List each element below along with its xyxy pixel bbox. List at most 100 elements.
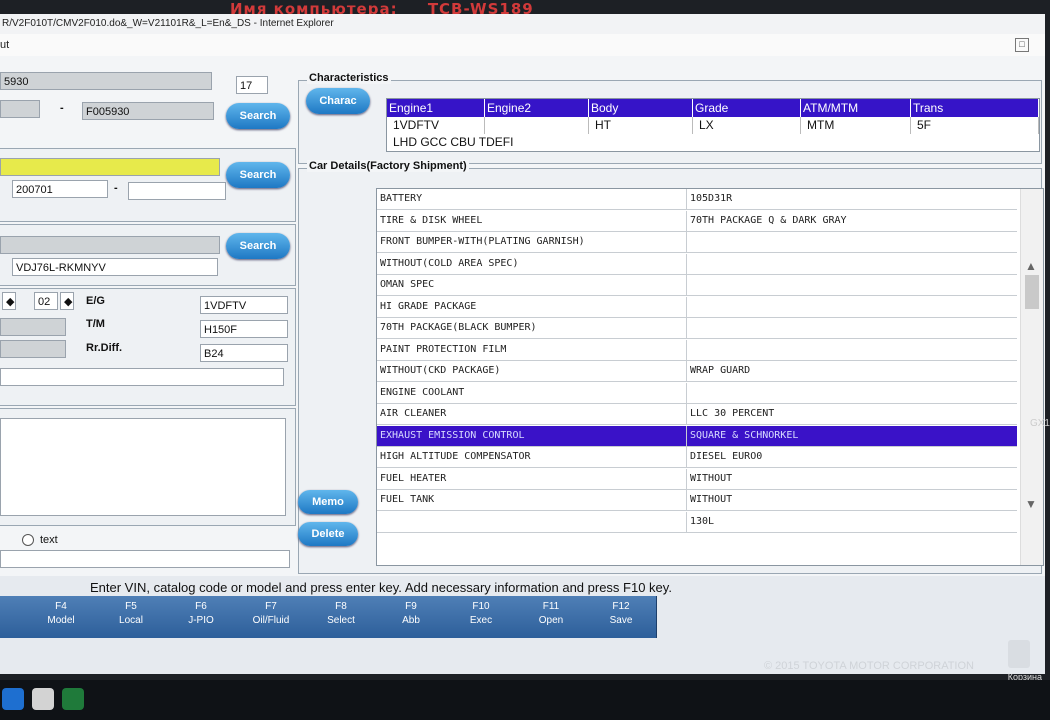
char-header-grade: Grade xyxy=(693,99,801,117)
char-header-atm: ATM/MTM xyxy=(801,99,911,117)
catalog-code-field[interactable] xyxy=(0,158,220,176)
detail-row[interactable]: PAINT PROTECTION FILM xyxy=(377,339,1017,361)
excel-icon[interactable] xyxy=(62,688,84,710)
browser-window: R/V2F010T/CMV2F010.do&_W=V21101R&_L=En&_… xyxy=(0,14,1045,674)
detail-value-cell xyxy=(687,340,1017,360)
charac-button[interactable]: Charac xyxy=(306,88,370,114)
desktop-side-label: GX1 xyxy=(1029,418,1050,429)
detail-row[interactable]: BATTERY 105D31R xyxy=(377,189,1017,210)
stepper-left-icon[interactable]: ◆ xyxy=(2,292,16,310)
detail-row[interactable]: 130L xyxy=(377,511,1017,533)
scroll-thumb[interactable] xyxy=(1025,275,1039,309)
memo-button[interactable]: Memo xyxy=(298,490,358,514)
ie-icon[interactable] xyxy=(2,688,24,710)
tm-gray-field[interactable] xyxy=(0,318,66,336)
car-details-grid: BATTERY 105D31R TIRE & DISK WHEEL 70TH PACK… xyxy=(376,188,1044,566)
char-value-atm: MTM xyxy=(801,117,911,134)
detail-row[interactable]: ENGINE COOLANT xyxy=(377,382,1017,404)
bottom-field[interactable] xyxy=(0,550,290,568)
detail-name-cell: AIR CLEANER xyxy=(377,404,687,424)
detail-row[interactable]: HIGH ALTITUDE COMPENSATOR DIESEL EURO0 xyxy=(377,447,1017,468)
char-value-engine2 xyxy=(485,117,589,134)
taskbar xyxy=(0,680,1050,720)
rrdiff-field[interactable]: B24 xyxy=(200,344,288,362)
detail-name-cell: OMAN SPEC xyxy=(377,275,687,295)
detail-row[interactable]: WITHOUT(CKD PACKAGE) WRAP GUARD xyxy=(377,361,1017,382)
fkey-f9[interactable]: F9 Abb xyxy=(376,596,447,638)
detail-row[interactable]: AIR CLEANER LLC 30 PERCENT xyxy=(377,404,1017,425)
detail-name-cell: HIGH ALTITUDE COMPENSATOR xyxy=(377,447,687,467)
search-button-2[interactable]: Search xyxy=(226,162,290,188)
dash-label: - xyxy=(60,102,64,114)
scroll-up-icon[interactable]: ▲ xyxy=(1025,259,1037,273)
detail-value-cell: WITHOUT xyxy=(690,494,733,505)
text-radio-label: text xyxy=(40,534,58,546)
menu-bar: ut □ xyxy=(0,34,1045,56)
char-value-grade: LX xyxy=(693,117,801,134)
frame-prefix-field[interactable] xyxy=(0,100,40,118)
detail-row[interactable]: TIRE & DISK WHEEL 70TH PACKAGE Q & DARK G… xyxy=(377,210,1017,232)
date-to-field[interactable] xyxy=(128,182,226,200)
date-dash-label: - xyxy=(114,182,118,194)
menu-item[interactable]: ut xyxy=(0,39,9,51)
detail-row[interactable]: FUEL TANK WITHOUT xyxy=(377,490,1017,511)
detail-row[interactable]: FUEL HEATER WITHOUT xyxy=(377,468,1017,490)
main-content: 5930 17 - F005930 Search 200701 - Search… xyxy=(0,56,1045,576)
search-button-1[interactable]: Search xyxy=(226,103,290,129)
frame-number-field[interactable]: F005930 xyxy=(82,102,214,120)
eg-label: E/G xyxy=(86,295,105,307)
detail-name-cell: WITHOUT(COLD AREA SPEC) xyxy=(377,253,687,274)
model-gray-field[interactable] xyxy=(0,236,220,254)
detail-value-cell: 105D31R xyxy=(690,193,733,204)
detail-value-cell: WRAP GUARD xyxy=(690,365,751,376)
model-code-field[interactable]: VDJ76L-RKMNYV xyxy=(12,258,218,276)
fkey-ac[interactable]: ac xyxy=(0,596,27,638)
count-field[interactable]: 17 xyxy=(236,76,268,94)
char-header-engine2: Engine2 xyxy=(485,99,589,117)
fkey-f10[interactable]: F10 Exec xyxy=(446,596,517,638)
fkey-f11[interactable]: F11 Open xyxy=(516,596,587,638)
detail-row[interactable]: WITHOUT(COLD AREA SPEC) xyxy=(377,253,1017,275)
details-scrollbar[interactable]: ▲ ▼ xyxy=(1020,189,1043,565)
function-key-bar: ac F4Model F5Local F6J-PIO F7Oil/Fluid F… xyxy=(0,596,680,641)
fkey-f5[interactable]: F5 Local xyxy=(96,596,167,638)
fkey-f12[interactable]: F12 Save xyxy=(586,596,657,638)
scroll-down-icon[interactable]: ▼ xyxy=(1025,497,1037,511)
fkey-f7[interactable]: F7 Oil/Fluid xyxy=(236,596,307,638)
fkey-f8[interactable]: F8 Select xyxy=(306,596,377,638)
search-button-3[interactable]: Search xyxy=(226,233,290,259)
memo-textarea[interactable] xyxy=(0,418,286,516)
rrdiff-gray-field[interactable] xyxy=(0,340,66,358)
detail-value-cell xyxy=(687,297,1017,317)
window-titlebar: R/V2F010T/CMV2F010.do&_W=V21101R&_L=En&_… xyxy=(0,14,1045,34)
detail-row[interactable]: EXHAUST EMISSION CONTROL SQUARE & SCHNORK… xyxy=(377,425,1017,447)
eg-field[interactable]: 1VDFTV xyxy=(200,296,288,314)
fkey-f6[interactable]: F6 J-PIO xyxy=(166,596,237,638)
fkey-f4[interactable]: F4 Model xyxy=(26,596,97,638)
text-radio[interactable] xyxy=(22,534,34,546)
tm-field[interactable]: H150F xyxy=(200,320,288,338)
vin-field[interactable]: 5930 xyxy=(0,72,212,90)
rrdiff-label: Rr.Diff. xyxy=(86,342,123,354)
detail-row[interactable]: 70TH PACKAGE(BLACK BUMPER) xyxy=(377,318,1017,339)
detail-row[interactable]: OMAN SPEC xyxy=(377,275,1017,296)
restore-icon[interactable]: □ xyxy=(1015,38,1029,52)
extra-field[interactable] xyxy=(0,368,284,386)
date-from-field[interactable]: 200701 xyxy=(12,180,108,198)
stepper-right-icon[interactable]: ◆ xyxy=(60,292,74,310)
detail-row[interactable]: HI GRADE PACKAGE xyxy=(377,296,1017,318)
copyright-text: © 2015 TOYOTA MOTOR CORPORATION xyxy=(763,660,974,672)
detail-name-cell: 70TH PACKAGE(BLACK BUMPER) xyxy=(377,318,687,338)
detail-name-cell: ENGINE COOLANT xyxy=(377,382,687,403)
detail-name-cell: BATTERY xyxy=(377,189,687,209)
detail-value-cell: 70TH PACKAGE Q & DARK GRAY xyxy=(690,214,847,226)
detail-value-cell xyxy=(687,275,1017,295)
char-value-engine1: 1VDFTV xyxy=(387,117,485,134)
detail-name-cell: WITHOUT(CKD PACKAGE) xyxy=(377,361,687,381)
char-header-engine1: Engine1 xyxy=(387,99,485,117)
stepper-field[interactable]: 02 xyxy=(34,292,58,310)
detail-value-cell xyxy=(687,318,1017,338)
delete-button[interactable]: Delete xyxy=(298,522,358,546)
chrome-icon[interactable] xyxy=(32,688,54,710)
detail-row[interactable]: FRONT BUMPER-WITH(PLATING GARNISH) xyxy=(377,232,1017,253)
